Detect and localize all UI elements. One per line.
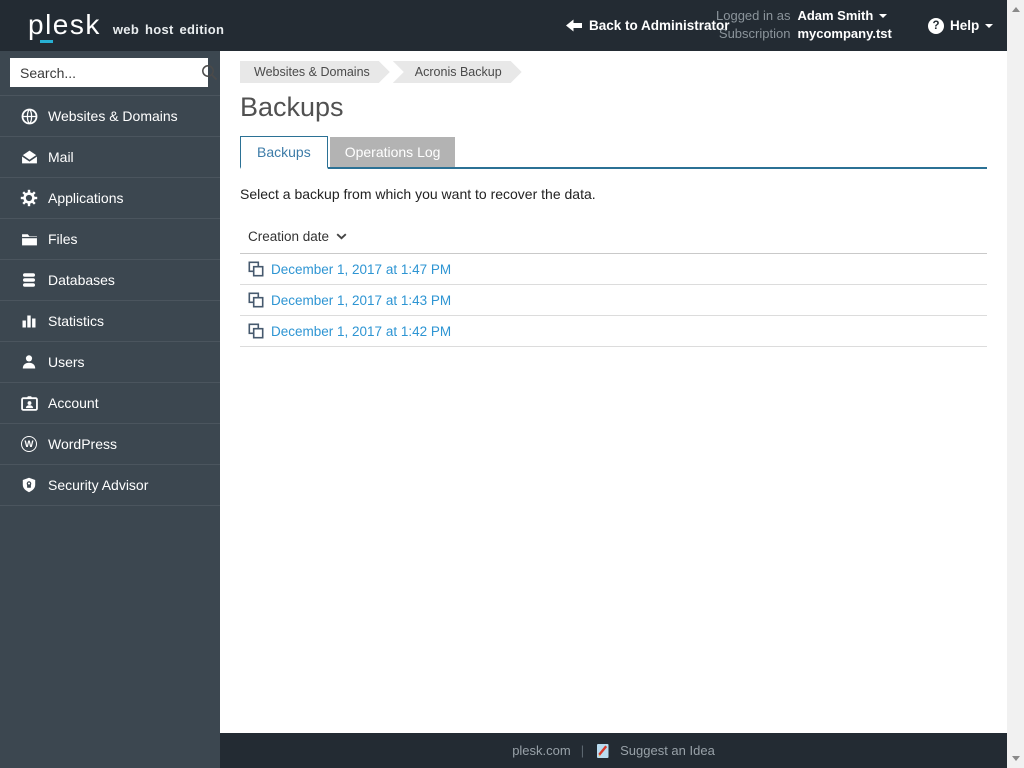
sidebar-item-label: Websites & Domains [48,108,178,124]
sort-desc-icon [336,233,347,240]
suggest-idea-icon [596,743,610,759]
search-box [10,58,218,87]
sidebar-item-files[interactable]: Files [0,219,220,260]
top-header: plesk web host edition Back to Administr… [0,0,1007,51]
user-name: Adam Smith [797,8,874,23]
sidebar-item-label: Files [48,231,78,247]
sidebar-item-label: Applications [48,190,124,206]
footer-separator: | [580,743,585,758]
id-card-icon [20,394,38,412]
back-arrow-icon [566,19,582,32]
plesk-com-link[interactable]: plesk.com [512,743,571,758]
sidebar-item-label: Mail [48,149,74,165]
backup-copy-icon [248,292,264,308]
sidebar-item-label: WordPress [48,436,117,452]
back-link-label: Back to Administrator [589,18,730,33]
back-to-administrator-link[interactable]: Back to Administrator [566,0,730,51]
sidebar-item-users[interactable]: Users [0,342,220,383]
scroll-up-arrow-icon[interactable] [1011,7,1020,12]
plesk-logo[interactable]: plesk web host edition [28,8,225,43]
help-label: Help [950,18,980,33]
mail-icon [20,148,38,166]
backup-date-link[interactable]: December 1, 2017 at 1:43 PM [271,293,451,308]
column-header-creation-date[interactable]: Creation date [240,221,987,254]
sidebar-menu: Websites & Domains Mail Applications Fil… [0,95,220,506]
globe-icon [20,107,38,125]
user-icon [20,353,38,371]
database-icon [20,271,38,289]
chevron-down-icon [879,14,888,18]
sidebar-item-label: Statistics [48,313,105,329]
sidebar: Websites & Domains Mail [0,51,220,768]
sidebar-item-label: Security Advisor [48,477,149,493]
vertical-scrollbar[interactable] [1007,0,1024,768]
main-content: Websites & Domains Acronis Backup Backup… [220,51,1007,733]
tab-backups[interactable]: Backups [240,136,328,169]
bar-chart-icon [20,312,38,330]
help-icon [928,17,944,34]
gear-icon [20,189,38,207]
creation-date-label: Creation date [248,229,330,244]
search-icon[interactable] [201,64,218,81]
tab-bar: Backups Operations Log [240,136,987,169]
sidebar-item-wordpress[interactable]: WordPress [0,424,220,465]
backup-copy-icon [248,261,264,277]
plesk-logo-text: plesk [28,9,101,43]
help-menu[interactable]: Help [928,0,994,51]
sidebar-item-label: Users [48,354,85,370]
logged-in-as-label: Logged in as [716,8,791,23]
backup-date-link[interactable]: December 1, 2017 at 1:42 PM [271,324,451,339]
scroll-down-arrow-icon[interactable] [1011,756,1020,761]
sidebar-item-statistics[interactable]: Statistics [0,301,220,342]
user-menu[interactable]: Adam Smith [797,8,891,24]
subscription-label: Subscription [718,26,791,41]
sidebar-item-databases[interactable]: Databases [0,260,220,301]
wordpress-icon [20,435,38,453]
table-row: December 1, 2017 at 1:47 PM [240,254,987,285]
sidebar-item-websites-domains[interactable]: Websites & Domains [0,96,220,137]
edition-label: web host edition [112,22,225,37]
sidebar-item-account[interactable]: Account [0,383,220,424]
backup-date-link[interactable]: December 1, 2017 at 1:47 PM [271,262,451,277]
sidebar-item-label: Account [48,395,99,411]
login-info: Logged in as Adam Smith Subscription myc… [716,8,892,42]
sidebar-item-security-advisor[interactable]: Security Advisor [0,465,220,506]
table-row: December 1, 2017 at 1:42 PM [240,316,987,347]
intro-text: Select a backup from which you want to r… [240,186,596,202]
sidebar-item-applications[interactable]: Applications [0,178,220,219]
breadcrumb: Websites & Domains Acronis Backup [240,61,987,83]
folder-icon [20,230,38,248]
chevron-down-icon [985,23,994,28]
shield-lock-icon [20,476,38,494]
backup-copy-icon [248,323,264,339]
tab-operations-log[interactable]: Operations Log [329,137,456,167]
backups-table: Creation date December 1, 2017 at 1:47 P… [240,221,987,347]
sidebar-item-mail[interactable]: Mail [0,137,220,178]
suggest-idea-link[interactable]: Suggest an Idea [620,743,715,758]
subscription-value: mycompany.tst [797,26,892,41]
search-input[interactable] [20,64,201,81]
sidebar-item-label: Databases [48,272,115,288]
breadcrumb-item-acronis-backup: Acronis Backup [393,61,522,83]
breadcrumb-item-websites-domains[interactable]: Websites & Domains [240,61,390,83]
footer: plesk.com | Suggest an Idea [220,733,1007,768]
table-row: December 1, 2017 at 1:43 PM [240,285,987,316]
page-title: Backups [240,92,344,122]
